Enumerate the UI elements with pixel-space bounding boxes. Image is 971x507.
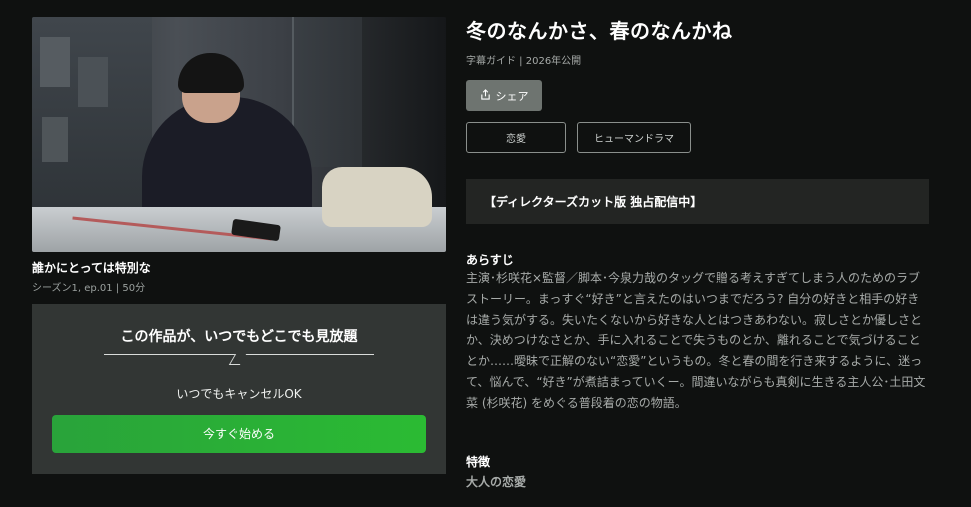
share-button[interactable]: シェア [466,80,542,111]
share-label: シェア [495,89,529,103]
synopsis-text: 主演･杉咲花×監督／脚本･今泉力哉のタッグで贈る考えすぎてしまう人のためのラブス… [466,271,926,410]
genre-tag-human-drama[interactable]: ヒューマンドラマ [577,122,691,153]
synopsis-heading: あらすじ [466,253,514,267]
episode-title[interactable]: 誰かにとっては特別な [32,259,151,276]
exclusive-banner: 【ディレクターズカット版 独占配信中】 [466,179,929,224]
promo-headline: この作品が、いつでもどこでも見放題 [120,329,358,345]
start-now-button[interactable]: 今すぐ始める [52,415,426,453]
share-icon [480,88,491,103]
features-heading: 特徴 [466,455,491,469]
promo-subtext: いつでもキャンセルOK [176,387,302,401]
episode-meta: シーズン1, ep.01 | 50分 [32,283,146,294]
features-value: 大人の恋愛 [466,475,527,489]
genre-tag-romance[interactable]: 恋愛 [466,122,566,153]
banner-text: 【ディレクターズカット版 独占配信中】 [484,195,703,209]
show-meta: 字幕ガイド | 2026年公開 [466,56,582,67]
page-title: 冬のなんかさ、春のなんかね [466,19,733,43]
subscription-promo: この作品が、いつでもどこでも見放題 いつでもキャンセルOK 今すぐ始める [32,304,446,474]
episode-thumbnail[interactable] [32,17,446,252]
speech-pointer [228,354,247,365]
